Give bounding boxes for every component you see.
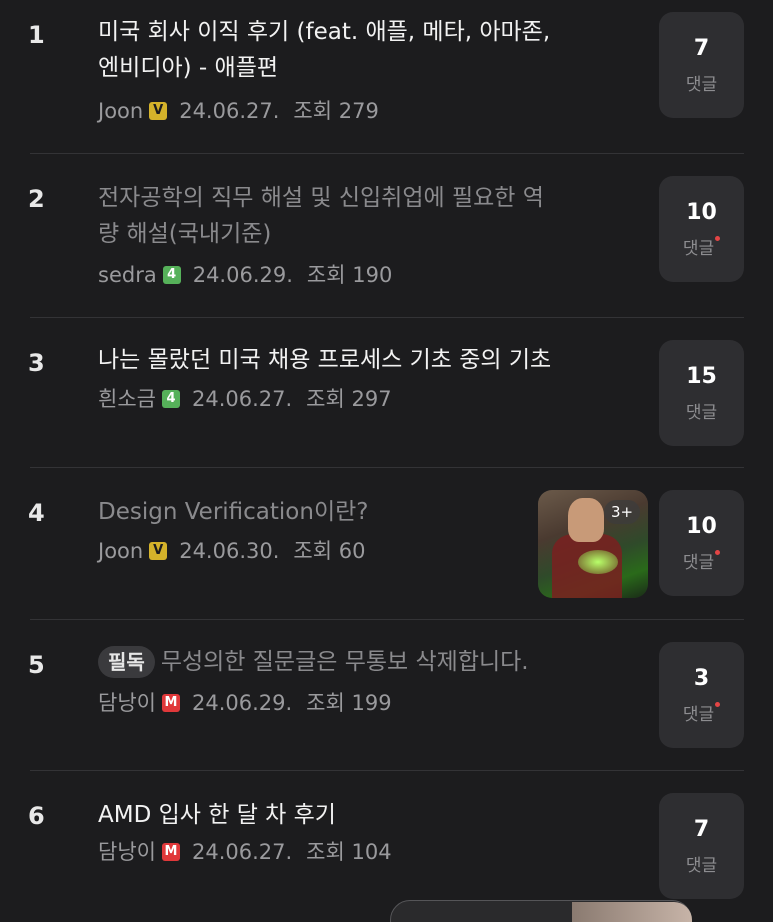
comment-label: 댓글 [659,70,744,95]
author-name[interactable]: Joon [98,96,143,126]
post-meta: 흰소금 4 24.06.27. 조회 297 [98,384,392,414]
post-title-line: 전자공학의 직무 해설 및 신입취업에 필요한 역 [98,185,544,211]
comment-label: 댓글 [659,700,744,725]
comment-count: 3 [693,666,710,691]
post-title[interactable]: 미국 회사 이직 후기 (feat. 애플, 메타, 아마존, 엔비디아) - … [98,14,550,86]
post-title[interactable]: AMD 입사 한 달 차 후기 [98,797,336,833]
author-name[interactable]: sedra [98,260,157,290]
post-title-line: 량 해설(국내기준) [98,221,272,247]
author-name[interactable]: 흰소금 [98,384,156,414]
comment-count-button[interactable]: 10 댓글 [659,176,744,282]
post-meta: 담낭이 M 24.06.29. 조회 199 [98,688,392,718]
post-date: 24.06.29. [192,263,293,287]
post-list: 1 미국 회사 이직 후기 (feat. 애플, 메타, 아마존, 엔비디아) … [0,0,773,922]
post-views: 조회 279 [293,99,379,123]
post-meta: sedra 4 24.06.29. 조회 190 [98,260,392,290]
author-level-badge: V [149,102,168,120]
author-level-badge: 4 [162,266,181,284]
notice-tag: 필독 [98,646,155,678]
comment-count-button[interactable]: 3 댓글 [659,642,744,748]
post-views: 조회 104 [306,840,392,864]
comment-count: 10 [686,514,717,539]
comment-label: 댓글 [659,851,744,876]
post-rank: 1 [28,21,45,49]
list-item[interactable]: 1 미국 회사 이직 후기 (feat. 애플, 메타, 아마존, 엔비디아) … [0,0,773,154]
post-title-line: 필독 무성의한 질문글은 무통보 삭제합니다. [98,644,529,680]
post-title-line: 엔비디아) - 애플편 [98,55,279,81]
author-name[interactable]: 담낭이 [98,837,156,867]
comment-label-text: 댓글 [685,75,718,95]
comment-label-text: 댓글 [685,403,718,423]
author-level-badge: V [149,542,168,560]
comment-count: 10 [686,200,717,225]
list-item[interactable]: 2 전자공학의 직무 해설 및 신입취업에 필요한 역 량 해설(국내기준) s… [0,154,773,318]
post-date: 24.06.27. [191,387,293,411]
post-rank: 5 [28,651,45,679]
post-views: 조회 199 [306,691,392,715]
new-comment-dot [715,236,721,241]
comment-count: 7 [693,817,710,842]
list-item[interactable]: 5 필독 무성의한 질문글은 무통보 삭제합니다. 담낭이 M 24.06.29.… [0,620,773,770]
comment-label-text: 댓글 [682,553,715,573]
image-count-badge: 3+ [604,500,640,524]
author-level-badge: 4 [161,390,180,408]
comment-count-button[interactable]: 10 댓글 [659,490,744,596]
post-rank: 2 [28,185,45,213]
comment-count: 15 [686,364,717,389]
post-rank: 6 [28,802,45,830]
post-meta: Joon V 24.06.27. 조회 279 [98,96,379,126]
post-date: 24.06.27. [179,99,280,123]
author-level-badge: M [161,843,180,861]
comment-count-button[interactable]: 7 댓글 [659,793,744,899]
comment-count-button[interactable]: 15 댓글 [659,340,744,446]
post-title[interactable]: 전자공학의 직무 해설 및 신입취업에 필요한 역 량 해설(국내기준) [98,180,544,252]
thumbnail-art [578,550,618,574]
comment-count: 7 [693,36,710,61]
comment-label-text: 댓글 [685,856,718,876]
comment-label: 댓글 [659,234,744,259]
author-name[interactable]: Joon [98,536,143,566]
post-title[interactable]: 나는 몰랐던 미국 채용 프로세스 기초 중의 기초 [98,342,551,378]
post-date: 24.06.29. [191,691,293,715]
new-comment-dot [715,550,721,555]
post-title-line: 나는 몰랐던 미국 채용 프로세스 기초 중의 기초 [98,347,552,373]
list-item[interactable]: 3 나는 몰랐던 미국 채용 프로세스 기초 중의 기초 흰소금 4 24.06… [0,318,773,468]
comment-label-text: 댓글 [682,705,715,725]
post-title[interactable]: Design Verification이란? [98,494,368,530]
thumbnail-art [568,498,604,542]
post-rank: 4 [28,499,45,527]
post-views: 조회 297 [306,387,392,411]
post-date: 24.06.30. [179,539,280,563]
post-rank: 3 [28,349,45,377]
comment-count-button[interactable]: 7 댓글 [659,12,744,118]
comment-label-text: 댓글 [682,239,715,259]
comment-label: 댓글 [659,398,744,423]
floating-pill-image [572,902,692,922]
post-title-line: Design Verification이란? [98,499,369,525]
post-title-line: AMD 입사 한 달 차 후기 [98,802,336,828]
author-name[interactable]: 담낭이 [98,688,156,718]
post-title[interactable]: 필독 무성의한 질문글은 무통보 삭제합니다. [98,644,529,680]
post-thumbnail[interactable]: 3+ [538,490,648,598]
new-comment-dot [715,702,721,707]
post-title-text: 무성의한 질문글은 무통보 삭제합니다. [160,649,529,675]
list-item[interactable]: 4 Design Verification이란? Joon V 24.06.30… [0,468,773,620]
post-views: 조회 60 [293,539,366,563]
post-title-line: 미국 회사 이직 후기 (feat. 애플, 메타, 아마존, [98,19,551,45]
post-meta: Joon V 24.06.30. 조회 60 [98,536,365,566]
post-meta: 담낭이 M 24.06.27. 조회 104 [98,837,392,867]
author-level-badge: M [161,694,180,712]
post-views: 조회 190 [306,263,393,287]
comment-label: 댓글 [659,548,744,573]
post-date: 24.06.27. [191,840,293,864]
